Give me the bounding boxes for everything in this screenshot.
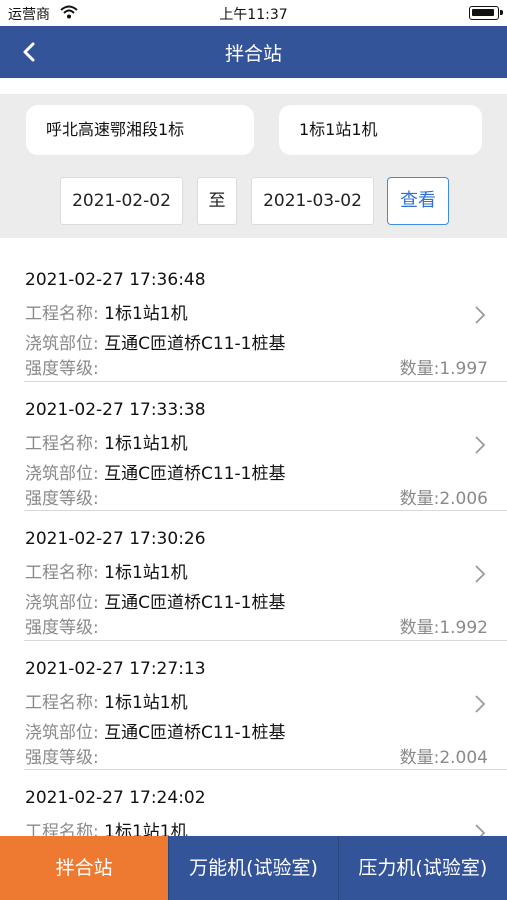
chevron-right-icon xyxy=(475,565,486,583)
project-name-label: 工程名称: xyxy=(25,304,99,324)
quantity-row: 数量:2.004 xyxy=(400,743,488,768)
quantity-label: 数量: xyxy=(399,618,440,638)
project-name-label: 工程名称: xyxy=(25,563,99,583)
tab-pressure-machine[interactable]: 压力机(试验室) xyxy=(337,836,507,900)
pour-location-label: 浇筑部位: xyxy=(25,334,99,354)
pour-location-value: 互通C匝道桥C11-1桩基 xyxy=(104,463,286,484)
strength-grade-row: 强度等级: xyxy=(25,613,99,638)
tab-mixing-station[interactable]: 拌合站 xyxy=(0,836,169,900)
project-name-label: 工程名称: xyxy=(25,822,99,836)
pour-location-label: 浇筑部位: xyxy=(25,593,99,613)
battery-icon xyxy=(469,6,503,20)
quantity-row: 数量:1.997 xyxy=(400,354,488,379)
nav-bar: 拌合站 xyxy=(0,26,507,78)
status-bar: 运营商 上午11:37 xyxy=(0,0,507,26)
project-select[interactable]: 呼北高速鄂湘段1标 xyxy=(26,105,254,155)
record-time: 2021-02-27 17:24:02 xyxy=(25,788,206,808)
record-item[interactable]: 2021-02-27 17:36:48 工程名称: 1标1站1机 浇筑部位: 互… xyxy=(0,252,507,382)
station-select[interactable]: 1标1站1机 xyxy=(279,105,482,155)
start-date-field[interactable]: 2021-02-02 xyxy=(60,177,183,225)
record-time: 2021-02-27 17:36:48 xyxy=(25,270,206,290)
chevron-right-icon xyxy=(475,694,486,713)
end-date-field[interactable]: 2021-03-02 xyxy=(251,177,374,225)
record-time: 2021-02-27 17:33:38 xyxy=(25,399,206,420)
tab-universal-machine[interactable]: 万能机(试验室) xyxy=(168,836,337,900)
quantity-value: 2.004 xyxy=(439,747,488,768)
chevron-right-icon xyxy=(475,435,486,454)
date-range-separator: 至 xyxy=(197,177,237,225)
quantity-row: 数量:2.006 xyxy=(400,484,488,509)
project-name-row: 工程名称: 1标1站1机 xyxy=(25,299,188,324)
project-name-label: 工程名称: xyxy=(25,433,99,454)
pour-location-row: 浇筑部位: 互通C匝道桥C11-1桩基 xyxy=(25,329,285,354)
record-item[interactable]: 2021-02-27 17:33:38 工程名称: 1标1站1机 浇筑部位: 互… xyxy=(0,382,507,511)
strength-grade-label: 强度等级: xyxy=(25,618,99,638)
quantity-row: 数量:1.992 xyxy=(400,613,488,638)
record-item[interactable]: 2021-02-27 17:30:26 工程名称: 1标1站1机 浇筑部位: 互… xyxy=(0,511,507,641)
chevron-right-icon xyxy=(475,824,486,836)
quantity-value: 2.006 xyxy=(439,488,488,509)
project-name-label: 工程名称: xyxy=(25,692,99,713)
pour-location-row: 浇筑部位: 互通C匝道桥C11-1桩基 xyxy=(25,459,285,484)
pour-location-value: 互通C匝道桥C11-1桩基 xyxy=(104,722,286,743)
record-time: 2021-02-27 17:27:13 xyxy=(25,658,206,679)
project-name-row: 工程名称: 1标1站1机 xyxy=(25,429,188,454)
bottom-tab-bar: 拌合站 万能机(试验室) 压力机(试验室) xyxy=(0,836,507,900)
strength-grade-label: 强度等级: xyxy=(25,359,99,379)
project-name-row: 工程名称: 1标1站1机 xyxy=(25,817,188,836)
strength-grade-label: 强度等级: xyxy=(25,488,99,509)
project-name-row: 工程名称: 1标1站1机 xyxy=(25,558,188,583)
page-title: 拌合站 xyxy=(224,43,282,65)
project-name-value: 1标1站1机 xyxy=(104,822,188,836)
project-name-value: 1标1站1机 xyxy=(104,433,188,454)
chevron-right-icon xyxy=(475,306,486,324)
quantity-label: 数量: xyxy=(399,359,440,379)
project-name-row: 工程名称: 1标1站1机 xyxy=(25,688,188,713)
strength-grade-label: 强度等级: xyxy=(25,747,99,768)
status-time: 上午11:37 xyxy=(219,7,288,23)
project-name-value: 1标1站1机 xyxy=(104,692,188,713)
project-name-value: 1标1站1机 xyxy=(104,304,188,324)
record-list: 2021-02-27 17:36:48 工程名称: 1标1站1机 浇筑部位: 互… xyxy=(0,252,507,836)
pour-location-value: 互通C匝道桥C11-1桩基 xyxy=(104,593,286,613)
quantity-label: 数量: xyxy=(399,488,440,509)
view-button[interactable]: 查看 xyxy=(387,177,449,225)
pour-location-row: 浇筑部位: 互通C匝道桥C11-1桩基 xyxy=(25,588,285,613)
record-time: 2021-02-27 17:30:26 xyxy=(25,529,206,549)
pour-location-value: 互通C匝道桥C11-1桩基 xyxy=(104,334,286,354)
record-item[interactable]: 2021-02-27 17:24:02 工程名称: 1标1站1机 xyxy=(0,770,507,836)
record-item[interactable]: 2021-02-27 17:27:13 工程名称: 1标1站1机 浇筑部位: 互… xyxy=(0,641,507,770)
strength-grade-row: 强度等级: xyxy=(25,743,99,768)
quantity-value: 1.997 xyxy=(439,359,488,379)
strength-grade-row: 强度等级: xyxy=(25,354,99,379)
project-name-value: 1标1站1机 xyxy=(104,563,188,583)
pour-location-row: 浇筑部位: 互通C匝道桥C11-1桩基 xyxy=(25,718,285,743)
quantity-value: 1.992 xyxy=(439,618,488,638)
strength-grade-row: 强度等级: xyxy=(25,484,99,509)
pour-location-label: 浇筑部位: xyxy=(25,722,99,743)
quantity-label: 数量: xyxy=(399,747,440,768)
pour-location-label: 浇筑部位: xyxy=(25,463,99,484)
